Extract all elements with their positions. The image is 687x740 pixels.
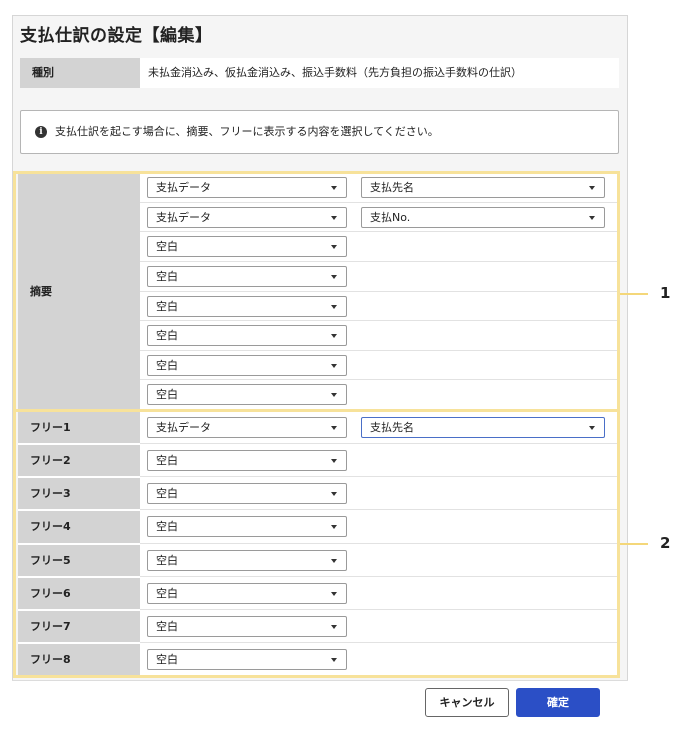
dialog-title: 支払仕訳の設定【編集】 bbox=[20, 26, 213, 46]
callout-line-2 bbox=[620, 543, 648, 545]
info-text: 支払仕訳を起こす場合に、摘要、フリーに表示する内容を選択してください。 bbox=[55, 125, 439, 138]
type-label: 種別 bbox=[20, 58, 140, 88]
callout-2: 2 bbox=[660, 534, 671, 552]
cancel-button[interactable]: キャンセル bbox=[425, 688, 509, 717]
free-highlight bbox=[13, 409, 620, 678]
callout-1: 1 bbox=[660, 284, 671, 302]
summary-highlight bbox=[13, 171, 620, 412]
confirm-button[interactable]: 確定 bbox=[516, 688, 600, 717]
type-row: 種別 未払金消込み、仮払金消込み、振込手数料（先方負担の振込手数料の仕訳） bbox=[20, 58, 619, 88]
callout-line-1 bbox=[620, 293, 648, 295]
type-value: 未払金消込み、仮払金消込み、振込手数料（先方負担の振込手数料の仕訳） bbox=[140, 58, 619, 88]
info-message: i 支払仕訳を起こす場合に、摘要、フリーに表示する内容を選択してください。 bbox=[20, 110, 619, 154]
info-circle-icon: i bbox=[35, 126, 47, 138]
